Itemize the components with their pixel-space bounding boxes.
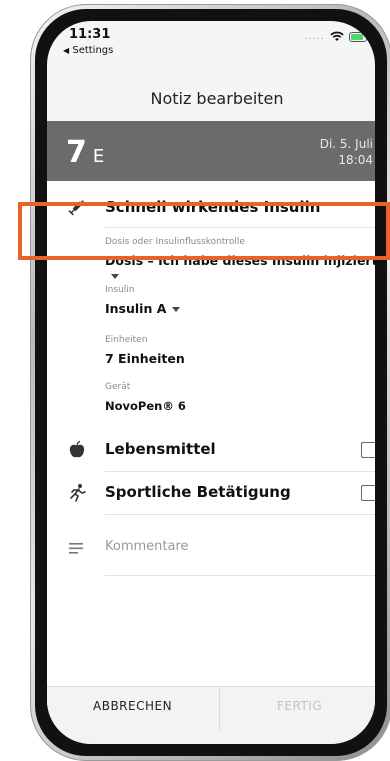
chevron-down-icon xyxy=(172,307,181,312)
runner-icon xyxy=(70,484,86,502)
units-label: Einheiten xyxy=(105,335,148,345)
page-title: Notiz bearbeiten xyxy=(150,89,284,108)
insulin-value: Insulin A xyxy=(105,301,167,316)
insulin-label: Insulin xyxy=(105,285,135,295)
insulin-select[interactable]: Insulin A xyxy=(105,301,181,316)
status-time: 11:31 xyxy=(69,27,111,42)
signal-icon: ..... xyxy=(304,31,325,42)
food-checkbox[interactable] xyxy=(361,442,375,458)
chevron-down-icon xyxy=(111,274,119,279)
notes-icon xyxy=(69,543,83,554)
reading-datetime: Di. 5. Juli 18:04 xyxy=(320,136,373,168)
back-label: Settings xyxy=(72,45,114,56)
divider xyxy=(105,514,375,515)
cancel-button[interactable]: ABBRECHEN xyxy=(93,699,172,713)
action-bar: ABBRECHEN FERTIG xyxy=(47,686,375,744)
reading-date: Di. 5. Juli xyxy=(319,137,373,151)
done-button[interactable]: FERTIG xyxy=(277,699,322,713)
reading-unit: E xyxy=(92,146,105,167)
divider xyxy=(105,575,375,576)
status-bar: 11:31 ◀ Settings ..... xyxy=(47,21,375,71)
phone-frame: 11:31 ◀ Settings ..... Notiz bearbeiten … xyxy=(30,4,390,761)
divider xyxy=(219,687,220,731)
comments-input[interactable]: Kommentare xyxy=(105,539,189,554)
battery-icon xyxy=(349,31,367,42)
status-icons: ..... xyxy=(304,31,367,42)
device-label: Gerät xyxy=(105,382,131,392)
food-section-title: Lebensmittel xyxy=(105,440,216,458)
sport-section-title: Sportliche Betätigung xyxy=(105,483,291,501)
back-to-settings-link[interactable]: ◀ Settings xyxy=(63,45,113,56)
device-value: NovoPen® 6 xyxy=(105,399,186,413)
divider xyxy=(105,471,375,472)
reading-header: 7E Di. 5. Juli 18:04 xyxy=(47,121,375,181)
phone-screen: 11:31 ◀ Settings ..... Notiz bearbeiten … xyxy=(47,21,375,744)
highlight-box xyxy=(18,202,390,260)
reading-value: 7E xyxy=(66,135,104,170)
reading-number: 7 xyxy=(66,135,87,170)
sport-checkbox[interactable] xyxy=(361,485,375,501)
apple-icon xyxy=(69,440,85,458)
units-field[interactable]: 7 Einheiten xyxy=(105,351,185,366)
back-arrow-icon: ◀ xyxy=(63,46,70,55)
phone-bezel: 11:31 ◀ Settings ..... Notiz bearbeiten … xyxy=(35,9,387,756)
wifi-icon xyxy=(330,31,344,41)
reading-time: 18:04 xyxy=(338,153,373,167)
